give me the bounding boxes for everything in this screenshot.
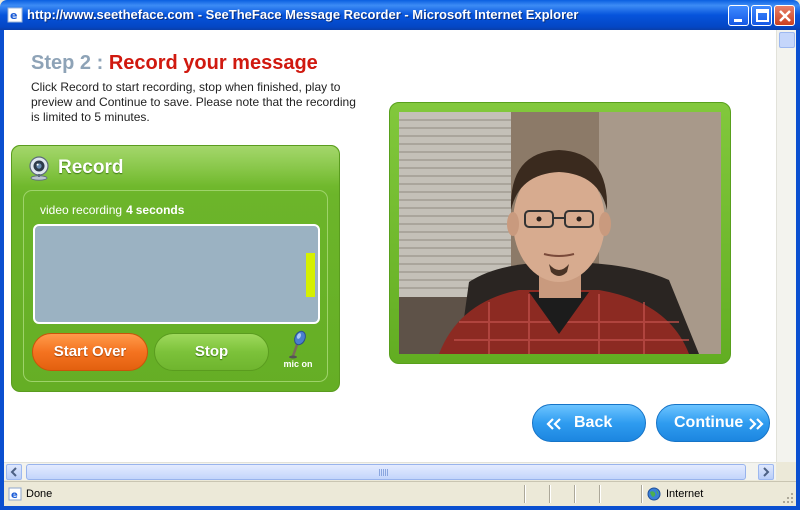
chevron-right-icon (763, 467, 770, 477)
instructions-text: Click Record to start recording, stop wh… (31, 80, 356, 124)
status-separator (641, 485, 643, 503)
internet-globe-icon (647, 487, 661, 501)
chevron-left-icon (10, 467, 17, 477)
start-over-button[interactable]: Start Over (32, 333, 148, 371)
continue-button[interactable]: Continue (656, 404, 770, 442)
mic-status-label: mic on (283, 359, 313, 369)
window-title: http://www.seetheface.com - SeeTheFace M… (27, 7, 579, 22)
horizontal-scroll-thumb[interactable] (26, 464, 746, 480)
window-frame-bottom (0, 506, 800, 510)
status-bar: e Done Internet (4, 481, 796, 506)
step-title: Record your message (108, 52, 318, 74)
recording-preview-area (33, 224, 320, 324)
horizontal-scrollbar[interactable] (4, 462, 776, 480)
scroll-up-button[interactable] (779, 32, 795, 48)
back-button-label: Back (574, 414, 613, 431)
close-button[interactable] (774, 5, 795, 26)
webcam-video (399, 112, 721, 354)
record-title: Record (58, 157, 124, 178)
status-text: Done (26, 488, 53, 500)
svg-text:e: e (10, 9, 17, 22)
webcam-feed-image (399, 112, 721, 354)
recording-status: video recording 4 seconds (40, 203, 184, 217)
double-chevron-left-icon (546, 418, 561, 430)
window-frame-right (796, 30, 800, 510)
status-separator (549, 485, 551, 503)
ie-page-icon: e (7, 7, 23, 23)
back-button[interactable]: Back (532, 404, 646, 442)
window-titlebar[interactable]: e http://www.seetheface.com - SeeTheFace… (0, 0, 800, 30)
scrollbar-corner (776, 462, 796, 480)
maximize-button[interactable] (751, 5, 772, 26)
security-zone-label: Internet (666, 488, 704, 500)
page-done-icon: e (8, 487, 22, 501)
minimize-button[interactable] (728, 5, 749, 26)
scroll-left-button[interactable] (6, 464, 22, 480)
step-number: Step 2 : (31, 52, 104, 74)
page-content: Step 2 : Record your message Click Recor… (4, 30, 776, 462)
step-heading: Step 2 : Record your message (31, 52, 318, 75)
svg-text:e: e (11, 490, 18, 501)
webcam-icon (29, 156, 49, 181)
record-panel: Record video recording 4 seconds Start Ove… (11, 145, 340, 392)
audio-level-bar (306, 253, 315, 297)
scroll-right-button[interactable] (758, 464, 774, 480)
double-chevron-right-icon (749, 418, 764, 430)
stop-button[interactable]: Stop (154, 333, 269, 371)
vertical-scrollbar[interactable] (776, 30, 796, 462)
recording-duration: 4 (126, 203, 133, 217)
status-separator (574, 485, 576, 503)
resize-gripper-icon[interactable] (782, 492, 794, 504)
scroll-grip (379, 469, 388, 476)
recording-duration-unit: seconds (135, 203, 185, 217)
video-frame (389, 102, 731, 364)
recording-status-label: video recording (40, 203, 123, 217)
status-separator (524, 485, 526, 503)
status-separator (599, 485, 601, 503)
continue-button-label: Continue (674, 414, 744, 431)
